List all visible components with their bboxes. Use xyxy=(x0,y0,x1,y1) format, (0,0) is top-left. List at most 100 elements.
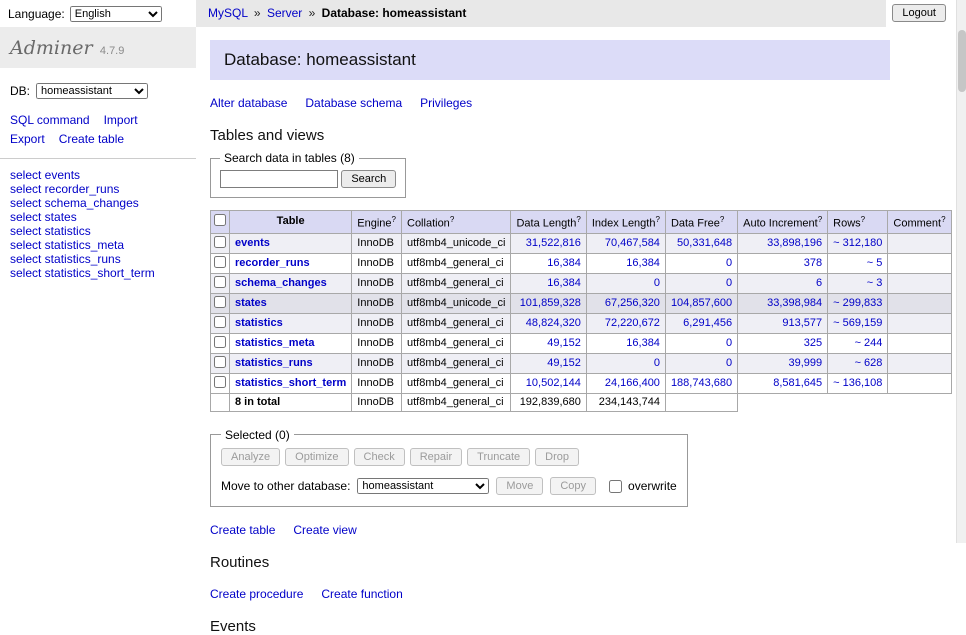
row-checkbox[interactable] xyxy=(214,256,226,268)
db-select[interactable]: homeassistant xyxy=(36,83,148,99)
table-link[interactable]: events xyxy=(235,237,270,249)
breadcrumb-link-mysql[interactable]: MySQL xyxy=(208,6,248,20)
rows-link[interactable]: ~ 244 xyxy=(855,337,883,349)
analyze-button[interactable] xyxy=(221,448,280,466)
rows-link[interactable]: ~ 5 xyxy=(867,257,883,269)
sidebar-table-select-statistics[interactable]: select statistics xyxy=(10,225,186,238)
rows-link[interactable]: ~ 299,833 xyxy=(833,297,882,309)
data-length-link[interactable]: 48,824,320 xyxy=(526,317,581,329)
select-all-checkbox[interactable] xyxy=(214,214,226,226)
rows-link[interactable]: ~ 628 xyxy=(855,357,883,369)
drop-button[interactable] xyxy=(535,448,579,466)
rows-link[interactable]: ~ 312,180 xyxy=(833,237,882,249)
auto-increment-link[interactable]: 8,581,645 xyxy=(773,377,822,389)
index-length-link[interactable]: 67,256,320 xyxy=(605,297,660,309)
table-link[interactable]: statistics_short_term xyxy=(235,377,346,389)
create-create-table[interactable]: Create table xyxy=(210,523,275,537)
index-length-link[interactable]: 72,220,672 xyxy=(605,317,660,329)
data-length-link[interactable]: 49,152 xyxy=(547,357,581,369)
index-length-link[interactable]: 24,166,400 xyxy=(605,377,660,389)
data-length-link[interactable]: 10,502,144 xyxy=(526,377,581,389)
row-checkbox[interactable] xyxy=(214,296,226,308)
overwrite-checkbox[interactable] xyxy=(609,480,622,493)
row-checkbox[interactable] xyxy=(214,376,226,388)
optimize-button[interactable] xyxy=(285,448,348,466)
sidebar-action-sql-command[interactable]: SQL command xyxy=(10,113,90,127)
rows-link[interactable]: ~ 569,159 xyxy=(833,317,882,329)
rows-link[interactable]: ~ 136,108 xyxy=(833,377,882,389)
row-checkbox[interactable] xyxy=(214,316,226,328)
help-icon[interactable]: ? xyxy=(818,215,822,224)
data-length-link[interactable]: 31,522,816 xyxy=(526,237,581,249)
sidebar-table-select-states[interactable]: select states xyxy=(10,211,186,224)
data-free-link[interactable]: 0 xyxy=(726,337,732,349)
row-checkbox[interactable] xyxy=(214,236,226,248)
data-length-link[interactable]: 101,859,328 xyxy=(520,297,581,309)
auto-increment-link[interactable]: 913,577 xyxy=(782,317,822,329)
table-link[interactable]: statistics_runs xyxy=(235,357,313,369)
db-nav-privileges[interactable]: Privileges xyxy=(420,96,472,110)
sidebar-action-create-table[interactable]: Create table xyxy=(59,132,124,146)
repair-button[interactable] xyxy=(410,448,462,466)
sidebar-table-select-statistics-runs[interactable]: select statistics_runs xyxy=(10,253,186,266)
logout-button[interactable]: Logout xyxy=(892,4,946,22)
sidebar-table-select-events[interactable]: select events xyxy=(10,169,186,182)
row-checkbox[interactable] xyxy=(214,356,226,368)
index-length-link[interactable]: 0 xyxy=(654,277,660,289)
data-free-link[interactable]: 0 xyxy=(726,257,732,269)
help-icon[interactable]: ? xyxy=(861,215,865,224)
sidebar-action-export[interactable]: Export xyxy=(10,132,45,146)
breadcrumb-link-server[interactable]: Server xyxy=(267,6,302,20)
row-checkbox[interactable] xyxy=(214,336,226,348)
table-link[interactable]: statistics xyxy=(235,317,283,329)
sidebar-table-select-statistics-meta[interactable]: select statistics_meta xyxy=(10,239,186,252)
rows-link[interactable]: ~ 3 xyxy=(867,277,883,289)
table-link[interactable]: statistics_meta xyxy=(235,337,315,349)
version-link[interactable]: 4.7.9 xyxy=(100,45,124,57)
routine-create-procedure[interactable]: Create procedure xyxy=(210,587,303,601)
help-icon[interactable]: ? xyxy=(720,215,724,224)
sidebar-table-select-schema-changes[interactable]: select schema_changes xyxy=(10,197,186,210)
create-create-view[interactable]: Create view xyxy=(293,523,356,537)
index-length-link[interactable]: 16,384 xyxy=(626,257,660,269)
help-icon[interactable]: ? xyxy=(655,215,659,224)
auto-increment-link[interactable]: 33,898,196 xyxy=(767,237,822,249)
move-button[interactable] xyxy=(496,477,543,495)
table-link[interactable]: schema_changes xyxy=(235,277,327,289)
help-icon[interactable]: ? xyxy=(450,215,454,224)
auto-increment-link[interactable]: 33,398,984 xyxy=(767,297,822,309)
data-length-link[interactable]: 16,384 xyxy=(547,277,581,289)
row-checkbox[interactable] xyxy=(214,276,226,288)
scrollbar-thumb[interactable] xyxy=(958,30,966,92)
index-length-link[interactable]: 70,467,584 xyxy=(605,237,660,249)
table-link[interactable]: recorder_runs xyxy=(235,257,310,269)
language-select[interactable]: English xyxy=(70,6,162,22)
help-icon[interactable]: ? xyxy=(941,215,945,224)
scrollbar-track[interactable] xyxy=(956,0,966,543)
search-input[interactable] xyxy=(220,170,338,188)
auto-increment-link[interactable]: 325 xyxy=(804,337,822,349)
auto-increment-link[interactable]: 6 xyxy=(816,277,822,289)
data-free-link[interactable]: 0 xyxy=(726,357,732,369)
data-free-link[interactable]: 188,743,680 xyxy=(671,377,732,389)
help-icon[interactable]: ? xyxy=(392,215,396,224)
copy-button[interactable] xyxy=(550,477,596,495)
data-free-link[interactable]: 6,291,456 xyxy=(683,317,732,329)
auto-increment-link[interactable]: 378 xyxy=(804,257,822,269)
db-nav-database-schema[interactable]: Database schema xyxy=(305,96,402,110)
db-nav-alter-database[interactable]: Alter database xyxy=(210,96,287,110)
search-button[interactable]: Search xyxy=(341,170,396,188)
data-length-link[interactable]: 49,152 xyxy=(547,337,581,349)
check-button[interactable] xyxy=(354,448,405,466)
sidebar-table-select-recorder-runs[interactable]: select recorder_runs xyxy=(10,183,186,196)
data-free-link[interactable]: 104,857,600 xyxy=(671,297,732,309)
routine-create-function[interactable]: Create function xyxy=(321,587,402,601)
move-db-select[interactable]: homeassistant xyxy=(357,478,489,494)
sidebar-table-select-statistics-short-term[interactable]: select statistics_short_term xyxy=(10,267,186,280)
data-length-link[interactable]: 16,384 xyxy=(547,257,581,269)
data-free-link[interactable]: 0 xyxy=(726,277,732,289)
sidebar-action-import[interactable]: Import xyxy=(104,113,138,127)
truncate-button[interactable] xyxy=(467,448,530,466)
index-length-link[interactable]: 0 xyxy=(654,357,660,369)
table-link[interactable]: states xyxy=(235,297,267,309)
